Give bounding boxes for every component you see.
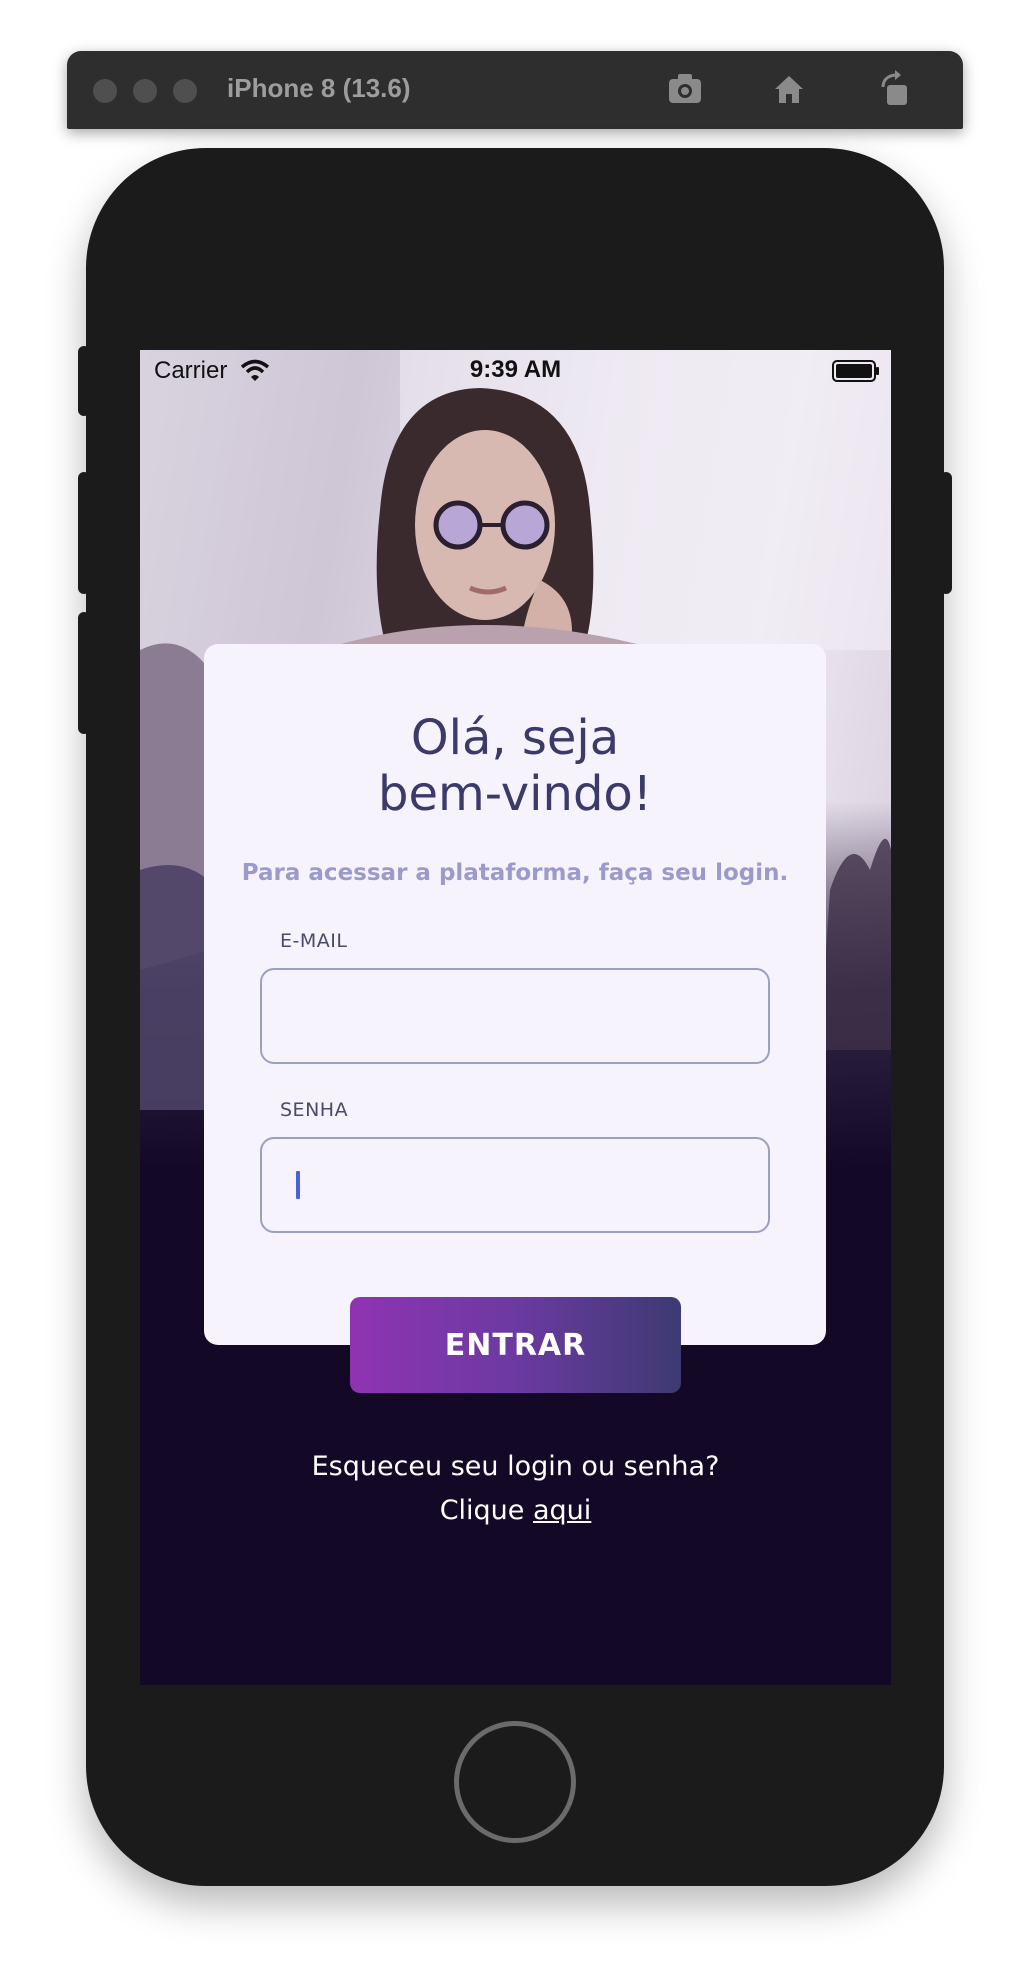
volume-up-button[interactable] (78, 472, 90, 594)
volume-down-button[interactable] (78, 612, 90, 734)
password-label: SENHA (280, 1099, 349, 1121)
minimize-window-button[interactable] (133, 79, 157, 103)
login-button[interactable]: ENTRAR (350, 1297, 681, 1393)
screenshot-icon[interactable] (663, 67, 707, 111)
simulator-title: iPhone 8 (13.6) (227, 73, 411, 103)
battery-icon (832, 360, 879, 382)
title-line-2: bem-vindo! (377, 766, 653, 822)
email-label: E-MAIL (280, 930, 348, 952)
login-subtitle: Para acessar a plataforma, faça seu logi… (241, 860, 789, 886)
page-title: Olá, seja bem-vindo! (204, 710, 826, 822)
rotate-icon[interactable] (873, 67, 917, 111)
close-window-button[interactable] (93, 79, 117, 103)
home-icon[interactable] (767, 67, 811, 111)
forgot-link[interactable]: aqui (533, 1495, 591, 1526)
text-cursor (296, 1171, 300, 1199)
forgot-credentials-text: Esqueceu seu login ou senha? Clique aqui (140, 1445, 891, 1533)
forgot-line-2: Clique aqui (140, 1489, 891, 1533)
login-card: Olá, seja bem-vindo! Para acessar a plat… (204, 644, 826, 1345)
device-home-button[interactable] (454, 1721, 576, 1843)
simulator-titlebar: iPhone 8 (13.6) (67, 51, 963, 129)
zoom-window-button[interactable] (173, 79, 197, 103)
forgot-question: Esqueceu seu login ou senha? (311, 1451, 720, 1482)
title-line-1: Olá, seja (410, 710, 620, 766)
forgot-prefix: Clique (439, 1495, 525, 1526)
email-input[interactable] (260, 968, 770, 1064)
password-input[interactable] (260, 1137, 770, 1233)
power-button[interactable] (940, 472, 952, 594)
status-time: 9:39 AM (469, 356, 562, 383)
device-screen: Carrier 9:39 AM Olá, seja bem-vindo! Par… (140, 350, 891, 1685)
mute-switch[interactable] (78, 346, 90, 416)
status-bar: Carrier 9:39 AM (140, 350, 891, 392)
